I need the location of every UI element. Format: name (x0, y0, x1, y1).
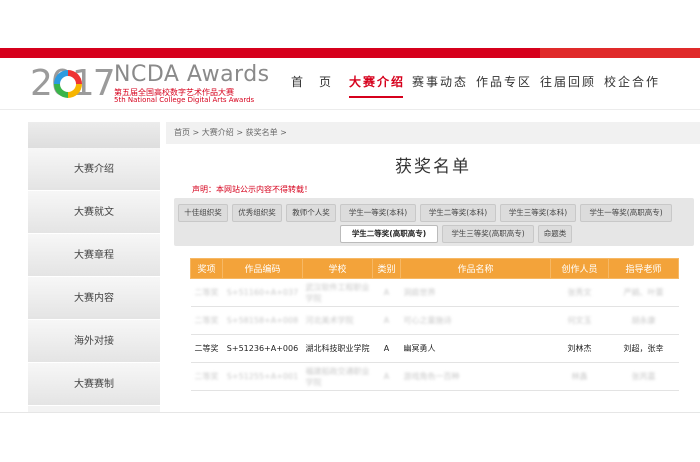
col-code: 作品编码 (222, 258, 303, 279)
award-tabs: 十佳组织奖 优秀组织奖 教师个人奖 学生一等奖(本科) 学生二等奖(本科) 学生… (174, 198, 694, 246)
table-row: 二等奖 S+51160+A+037 武汉软件工程职业学院 A 洞庭世界 张秀文 … (190, 278, 679, 307)
nav-news[interactable]: 赛事动态 (408, 72, 472, 98)
breadcrumb[interactable]: 首页 > 大赛介绍 > 获奖名单 > (166, 122, 700, 144)
sidebar-item-overseas[interactable]: 海外对接 (28, 320, 160, 363)
nav-past[interactable]: 往届回顾 (536, 72, 600, 98)
sidebar-item-content[interactable]: 大赛内容 (28, 277, 160, 320)
logo-title: NCDA Awards (114, 62, 270, 87)
tab-third-vocational[interactable]: 学生三等奖(高职高专) (442, 225, 534, 243)
tab-second-vocational[interactable]: 学生二等奖(高职高专) (340, 225, 438, 243)
col-creator: 创作人员 (550, 258, 609, 279)
table-header-row: 奖项 作品编码 学校 类别 作品名称 创作人员 指导老师 (190, 258, 679, 279)
col-school: 学校 (302, 258, 373, 279)
main-content: 首页 > 大赛介绍 > 获奖名单 > 获奖名单 声明：本网站公示内容不得转载！ … (166, 122, 700, 412)
tab-second-bachelor[interactable]: 学生二等奖(本科) (420, 204, 496, 222)
tab-excellent-org[interactable]: 优秀组织奖 (232, 204, 282, 222)
notice-text: 声明：本网站公示内容不得转载！ (192, 185, 312, 194)
sidebar: 大赛介绍 大赛就文 大赛章程 大赛内容 海外对接 大赛赛制 (28, 122, 160, 412)
nav-home[interactable]: 首 页 (280, 72, 344, 98)
tab-teacher[interactable]: 教师个人奖 (286, 204, 336, 222)
main-nav: 首 页 大赛介绍 赛事动态 作品专区 往届回顾 校企合作 (280, 72, 664, 98)
table-row-highlighted: 二等奖 S+51236+A+006 湖北科技职业学院 A 幽冥勇人 刘林杰 刘超… (190, 334, 679, 363)
table-row: 二等奖 S+58158+A+008 河北美术学院 A 可心之童施诗 何文玉 胡永… (190, 306, 679, 335)
logo-ring-icon (54, 70, 82, 98)
nav-contest-intro[interactable]: 大赛介绍 (349, 72, 403, 98)
site-logo[interactable]: 2017 NCDA Awards 第五届全国高校数字艺术作品大赛 5th Nat… (24, 62, 284, 106)
sidebar-item-system[interactable]: 大赛赛制 (28, 363, 160, 406)
sidebar-item-documents[interactable]: 大赛就文 (28, 191, 160, 234)
col-work-name: 作品名称 (400, 258, 551, 279)
col-category: 类别 (372, 258, 401, 279)
nav-cooperation[interactable]: 校企合作 (600, 72, 664, 98)
col-award: 奖项 (190, 258, 223, 279)
page-bottom-divider (0, 412, 700, 413)
page-title: 获奖名单 (395, 157, 471, 177)
tab-proposition[interactable]: 命题类 (538, 225, 572, 243)
sidebar-item-intro[interactable]: 大赛介绍 (28, 148, 160, 191)
winners-table: 奖项 作品编码 学校 类别 作品名称 创作人员 指导老师 二等奖 S+51160… (190, 258, 679, 391)
tab-first-bachelor[interactable]: 学生一等奖(本科) (340, 204, 416, 222)
tab-third-bachelor[interactable]: 学生三等奖(本科) (500, 204, 576, 222)
header-red-bar-accent (540, 48, 700, 58)
table-row: 二等奖 S+51255+A+001 福建船政交通职业学院 A 游戏角色一百种 林… (190, 362, 679, 391)
sidebar-header (28, 122, 160, 148)
tab-first-vocational[interactable]: 学生一等奖(高职高专) (580, 204, 672, 222)
col-advisor: 指导老师 (608, 258, 679, 279)
nav-works[interactable]: 作品专区 (472, 72, 536, 98)
sidebar-item-rules[interactable]: 大赛章程 (28, 234, 160, 277)
logo-subtitle-en: 5th National College Digital Arts Awards (114, 96, 255, 104)
tab-top10-org[interactable]: 十佳组织奖 (178, 204, 228, 222)
